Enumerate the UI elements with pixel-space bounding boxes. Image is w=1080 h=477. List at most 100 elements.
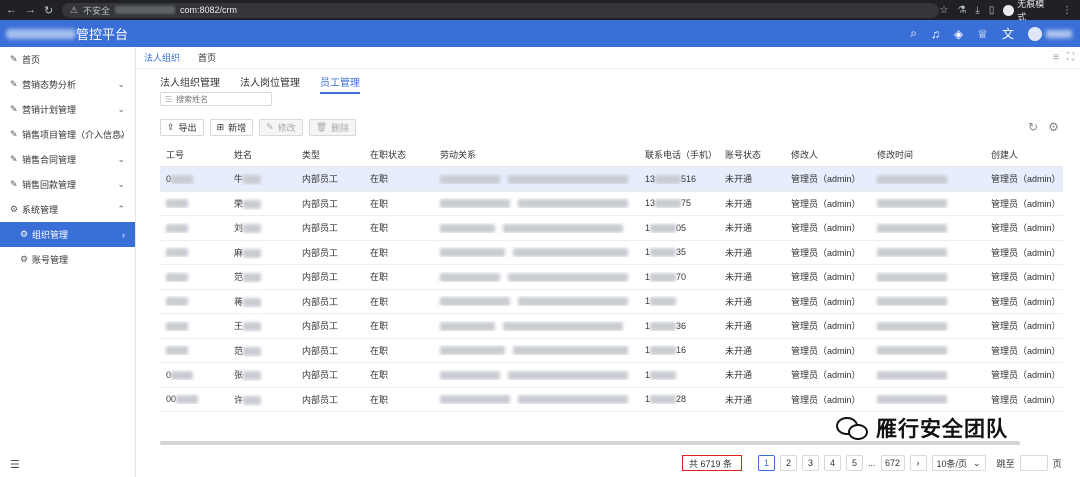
col-header[interactable]: 在职状态	[364, 148, 434, 161]
watermark-text: 雁行安全团队	[876, 418, 1008, 441]
tab-position-manage[interactable]: 法人岗位管理	[240, 74, 300, 94]
col-header[interactable]: 工号	[160, 148, 228, 161]
address-bar[interactable]: ⚠ 不安全 com:8082/crm	[61, 2, 940, 18]
next-page-button[interactable]: ›	[909, 455, 927, 471]
col-header[interactable]: 劳动关系	[434, 148, 639, 161]
redacted-value	[243, 322, 262, 332]
tab-org-manage[interactable]: 法人组织管理	[160, 74, 220, 94]
cell-modifier-text: 管理员（admin）	[791, 345, 861, 356]
forward-icon[interactable]: →	[25, 4, 36, 17]
reload-icon[interactable]: ↻	[44, 4, 53, 17]
redacted-value	[166, 199, 188, 209]
redacted-value	[650, 223, 677, 233]
table-row[interactable]: 0 张 内部员工 在职 1 未开通 管理员（admin） 管理员（admin）	[160, 363, 1063, 388]
search-icon[interactable]: ⌕	[910, 26, 917, 41]
cell-labor	[434, 345, 639, 356]
search-box[interactable]: ☰	[160, 92, 272, 106]
collapse-menu-icon[interactable]: ☰	[10, 458, 20, 471]
shirt-icon[interactable]: ♕	[977, 27, 988, 41]
cell-creator-text: 管理员（admin）	[991, 345, 1061, 356]
cell-labor	[434, 272, 639, 282]
page-button-last[interactable]: 672	[880, 455, 905, 471]
jump-input[interactable]	[1019, 455, 1048, 471]
redacted-value	[503, 223, 623, 233]
delete-button[interactable]: 🗑 删除	[308, 119, 357, 136]
cell-phone-text: 13	[645, 198, 656, 209]
col-header[interactable]: 修改时间	[871, 148, 985, 161]
table-row[interactable]: 范 内部员工 在职 1 70 未开通 管理员（admin） 管理员（admin）	[160, 265, 1063, 290]
page-button[interactable]: 4	[824, 455, 841, 471]
download-icon[interactable]: ⤓	[975, 5, 979, 16]
cell-type: 内部员工	[296, 368, 364, 381]
table-row[interactable]: 范 内部员工 在职 1 16 未开通 管理员（admin） 管理员（admin）	[160, 339, 1063, 363]
translate-icon[interactable]: 文	[1002, 25, 1014, 42]
table-body: 0 牛内部员工 在职 13 516 未开通 管理员（admin） 管理员（admin）荣内部员…	[160, 167, 1063, 412]
table-row[interactable]: 荣 内部员工 在职 13 75 未开通 管理员（admin） 管理员（admin）	[160, 192, 1063, 216]
edit-icon: ✎	[10, 79, 18, 89]
col-header[interactable]: 账号状态	[719, 148, 785, 161]
extension-icon[interactable]: ⚗	[957, 5, 966, 16]
page-size-select[interactable]: 10条/页 ⌄	[931, 455, 986, 471]
sidebar-item-marketing-analysis[interactable]: ✎ 营销态势分析 ⌄	[0, 72, 135, 97]
col-header[interactable]: 创建人	[985, 148, 1063, 161]
cell-status: 在职	[364, 197, 434, 210]
tab-home[interactable]: 首页	[198, 51, 216, 64]
cell-status: 在职	[364, 344, 434, 357]
sidebar-item-marketing-plan[interactable]: ✎ 营销计划管理 ⌄	[0, 97, 135, 122]
table-row[interactable]: 麻 内部员工 在职 1 35 未开通 管理员（admin） 管理员（admin）	[160, 241, 1063, 265]
col-header[interactable]: 修改人	[785, 148, 871, 161]
avatar[interactable]	[1028, 26, 1042, 41]
edit-button[interactable]: ✎ 修改	[259, 119, 303, 136]
sidebar-item-home[interactable]: ✎ 首页	[0, 47, 135, 72]
page-size-value: 10条/页	[936, 458, 968, 469]
pagination-ellipsis[interactable]: ...	[868, 458, 876, 468]
redacted-value	[440, 223, 495, 233]
user-name[interactable]	[1046, 29, 1072, 38]
refresh-icon[interactable]: ↻	[1028, 120, 1038, 134]
sidebar-item-sales-project[interactable]: ✎ 销售项目管理（介入信息） ⌄	[0, 122, 135, 147]
sidebar-item-sales-payment[interactable]: ✎ 销售回款管理 ⌄	[0, 172, 135, 197]
cell-name: 刘	[228, 221, 296, 234]
search-input[interactable]	[176, 94, 267, 104]
sidebar-item-account[interactable]: ⚙ 账号管理	[0, 247, 135, 272]
redacted-value	[650, 321, 677, 331]
page-button[interactable]: 1	[758, 455, 775, 471]
bell-icon[interactable]: ♫	[931, 27, 940, 41]
add-button[interactable]: ⊞ 新增	[209, 119, 254, 136]
table-row[interactable]: 刘 内部员工 在职 1 05 未开通 管理员（admin） 管理员（admin）	[160, 216, 1063, 241]
tab-legal-org[interactable]: 法人组织	[144, 51, 180, 64]
page-button[interactable]: 2	[780, 455, 797, 471]
col-header[interactable]: 类型	[296, 148, 364, 161]
redacted-value	[650, 248, 677, 258]
cell-name: 王	[228, 319, 296, 332]
tab-employee-manage[interactable]: 员工管理	[320, 74, 360, 94]
sidebar-item-org[interactable]: ⚙ 组织管理 ›	[0, 222, 135, 247]
menu-icon[interactable]: ⋮	[1062, 5, 1072, 16]
sidepanel-icon[interactable]: ▯	[989, 5, 995, 16]
layers-icon[interactable]: ◈	[954, 27, 963, 41]
sidebar-item-system[interactable]: ⚙ 系统管理 ⌃	[0, 197, 135, 222]
export-button[interactable]: ⇪ 导出	[160, 119, 204, 136]
table-row[interactable]: 0 牛 内部员工 在职 13 516 未开通 管理员（admin） 管理员（admin）	[160, 167, 1063, 192]
col-header[interactable]: 姓名	[228, 148, 296, 161]
cell-modifier: 管理员（admin）	[785, 368, 871, 381]
redacted-value	[440, 370, 500, 380]
col-header[interactable]: 联系电话（手机）	[639, 148, 719, 161]
page-button[interactable]: 3	[802, 455, 819, 471]
cell-modified-time	[871, 174, 985, 184]
star-icon[interactable]: ☆	[939, 5, 948, 16]
sidebar-item-sales-contract[interactable]: ✎ 销售合同管理 ⌄	[0, 147, 135, 172]
redacted-value	[877, 297, 947, 307]
table-row[interactable]: 蒋 内部员工 在职 1 未开通 管理员（admin） 管理员（admin）	[160, 290, 1063, 314]
settings-icon[interactable]: ⚙	[1048, 120, 1059, 134]
table-row[interactable]: 王 内部员工 在职 1 36 未开通 管理员（admin） 管理员（admin）	[160, 314, 1063, 339]
cell-account-status-text: 未开通	[725, 272, 753, 283]
table-row[interactable]: 00 许 内部员工 在职 1 28 未开通 管理员（admin） 管理员（admin）	[160, 388, 1063, 412]
back-icon[interactable]: ←	[6, 4, 17, 17]
list-icon[interactable]: ≡	[1053, 52, 1059, 63]
cell-type-text: 内部员工	[302, 370, 339, 381]
page-button[interactable]: 5	[846, 455, 863, 471]
cell-type-text: 内部员工	[302, 198, 339, 209]
redacted-value	[243, 199, 262, 209]
fullscreen-icon[interactable]: ⛶	[1067, 52, 1074, 63]
